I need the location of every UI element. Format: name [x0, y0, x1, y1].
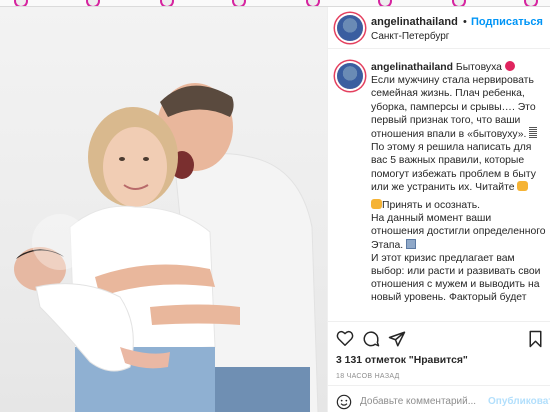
share-icon[interactable] — [388, 330, 406, 348]
caption-paragraph: Если мужчину стала нервировать семейная … — [371, 75, 536, 141]
comment-input[interactable] — [360, 393, 485, 409]
post-actions: 3 131 отметок "Нравится" 18 ЧАСОВ НАЗАД … — [328, 321, 550, 412]
chart-emoji-icon — [406, 238, 417, 249]
publish-button[interactable]: Опубликовать — [488, 396, 550, 407]
bars-emoji-icon — [529, 127, 538, 139]
comment-composer: Опубликовать — [328, 385, 550, 412]
comment-icon[interactable] — [362, 330, 380, 348]
caption-title: Бытовуха — [455, 62, 502, 73]
separator-dot: • — [463, 16, 467, 28]
caption-area: angelinathailand Бытовуха Если мужчину с… — [328, 49, 550, 321]
family-photo-illustration — [14, 83, 319, 412]
likes-count[interactable]: 3 131 отметок "Нравится" — [336, 355, 468, 366]
caption-username[interactable]: angelinathailand — [371, 62, 453, 73]
pointing-emoji-icon — [517, 180, 529, 191]
caption-paragraph: Принять и осознать. — [382, 200, 481, 212]
save-icon[interactable] — [528, 330, 543, 348]
avatar[interactable] — [337, 15, 363, 41]
caption-paragraph: На данный момент ваши отношения достигли… — [371, 213, 546, 251]
caption-paragraph: По этому я решила написать для вас 5 важ… — [371, 142, 536, 193]
post-side-panel: angelinathailand • Подписаться Санкт-Пет… — [327, 7, 550, 412]
post-header: angelinathailand • Подписаться Санкт-Пет… — [328, 7, 550, 49]
emoji-icon[interactable] — [336, 394, 352, 410]
number-one-emoji-icon — [371, 199, 382, 210]
heart-icon[interactable] — [336, 330, 354, 346]
post: angelinathailand • Подписаться Санкт-Пет… — [0, 6, 550, 412]
caption-paragraph: И этот кризис предлагает вам выбор: или … — [371, 252, 541, 304]
post-timestamp[interactable]: 18 ЧАСОВ НАЗАД — [336, 373, 400, 380]
caption: angelinathailand Бытовуха Если мужчину с… — [371, 61, 546, 305]
red-face-emoji-icon — [504, 61, 515, 71]
post-location[interactable]: Санкт-Петербург — [371, 31, 449, 42]
post-author-username[interactable]: angelinathailand — [371, 16, 458, 28]
post-photo[interactable] — [0, 7, 327, 412]
caption-avatar[interactable] — [337, 63, 363, 89]
follow-button[interactable]: Подписаться — [471, 16, 543, 28]
